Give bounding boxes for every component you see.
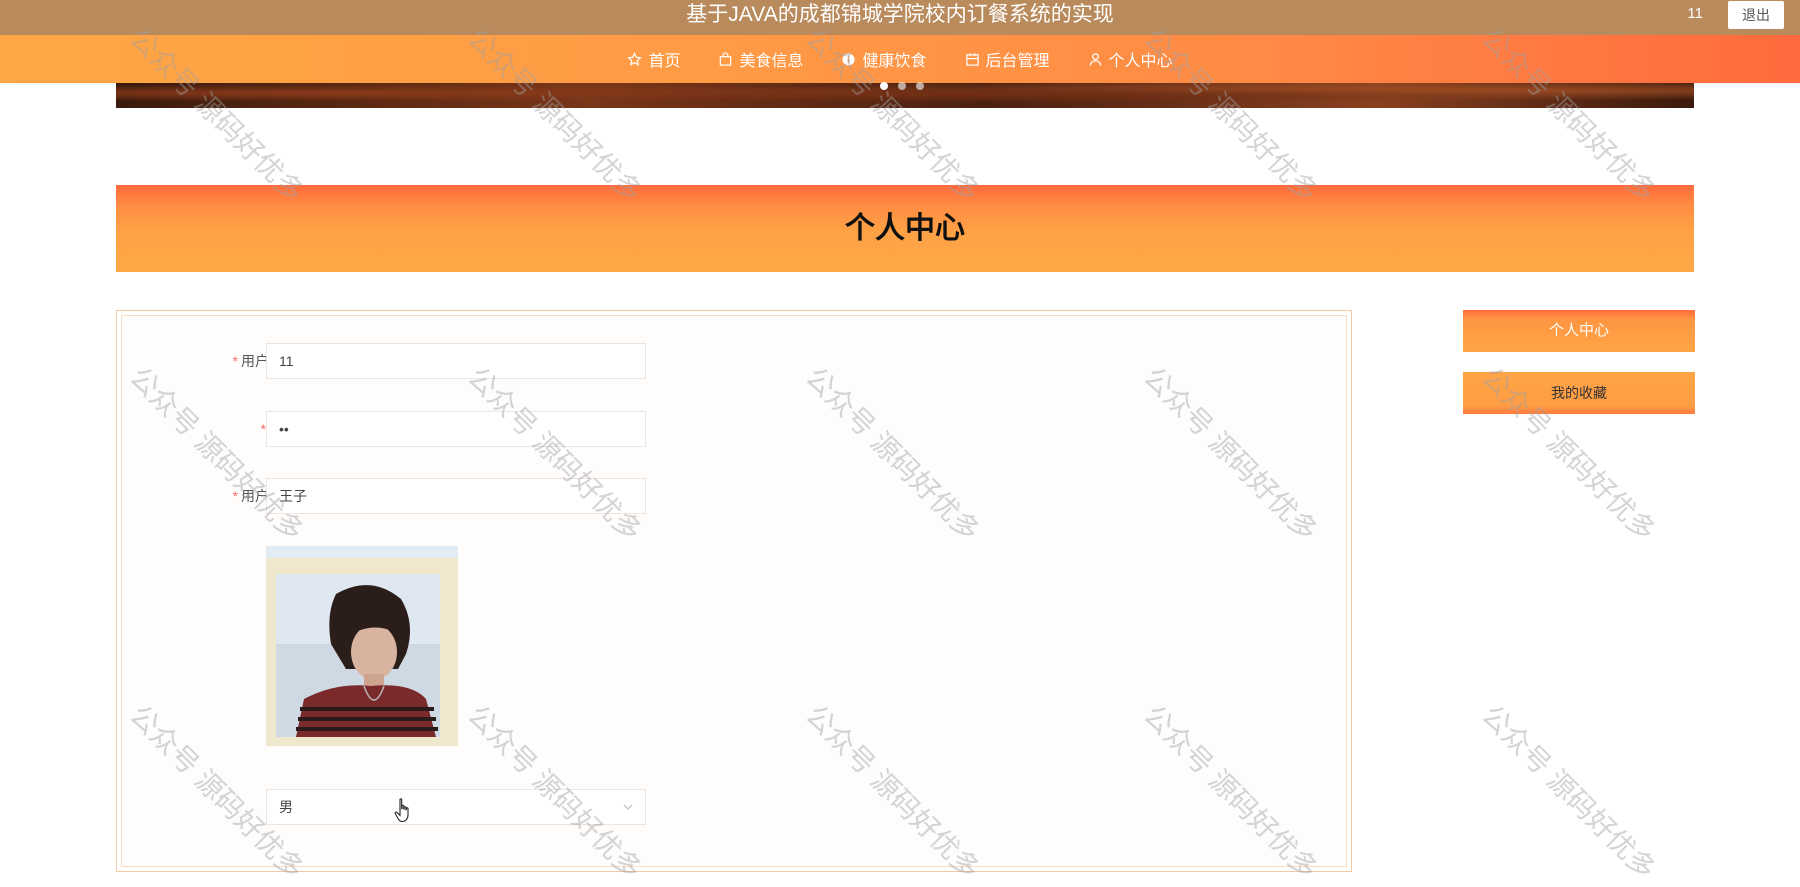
- nav-item-healthy-diet[interactable]: 健康饮食: [841, 47, 927, 71]
- star-icon: [627, 51, 643, 66]
- avatar-upload[interactable]: [266, 546, 458, 746]
- page-title: 个人中心: [845, 212, 965, 245]
- hand-cursor-icon: [394, 798, 409, 823]
- banner-dot[interactable]: [898, 82, 906, 90]
- name-field[interactable]: 王子: [266, 478, 646, 514]
- banner-indicators: [880, 82, 924, 90]
- username: 11: [1687, 5, 1703, 22]
- watermark: 公众号 源码好优多: [1475, 699, 1662, 886]
- gender-value: 男: [279, 799, 293, 815]
- bag-icon: [720, 51, 732, 66]
- chevron-down-icon: [623, 804, 633, 810]
- nav-item-admin[interactable]: 后台管理: [965, 47, 1050, 71]
- nav-item-label: 后台管理: [985, 53, 1050, 70]
- side-menu-personal-center[interactable]: 个人中心: [1463, 310, 1695, 352]
- required-mark: *: [232, 353, 238, 369]
- section-header: 个人中心: [116, 185, 1694, 272]
- account-field[interactable]: 11: [266, 343, 646, 379]
- title-bar: 基于JAVA的成都锦城学院校内订餐系统的实现 11 退出: [0, 0, 1800, 35]
- nav-item-label: 首页: [648, 53, 681, 70]
- info-circle-icon: [842, 52, 856, 66]
- site-title: 基于JAVA的成都锦城学院校内订餐系统的实现: [686, 3, 1114, 26]
- user-icon: [1089, 52, 1101, 66]
- profile-form: *用户账号 11 *密码 •• *用户姓名 王子 头像 性别 男: [116, 310, 1352, 872]
- nav-item-label: 健康饮食: [862, 53, 927, 70]
- gender-select[interactable]: 男: [266, 789, 646, 825]
- logout-button[interactable]: 退出: [1728, 1, 1784, 29]
- nav-item-label: 个人中心: [1108, 53, 1173, 70]
- main-nav: 首页 美食信息 健康饮食 后台管理 个人中心: [0, 35, 1800, 83]
- avatar: [276, 574, 440, 737]
- nav-item-home[interactable]: 首页: [627, 47, 680, 71]
- nav-item-label: 美食信息: [739, 53, 804, 70]
- banner-dot[interactable]: [880, 82, 888, 90]
- nav-item-personal-center[interactable]: 个人中心: [1088, 47, 1173, 71]
- banner-dot[interactable]: [916, 82, 924, 90]
- nav-item-food-info[interactable]: 美食信息: [718, 47, 803, 71]
- password-field[interactable]: ••: [266, 411, 646, 447]
- required-mark: *: [232, 488, 238, 504]
- calendar-icon: [965, 52, 979, 66]
- side-menu-my-favorites[interactable]: 我的收藏: [1463, 372, 1695, 414]
